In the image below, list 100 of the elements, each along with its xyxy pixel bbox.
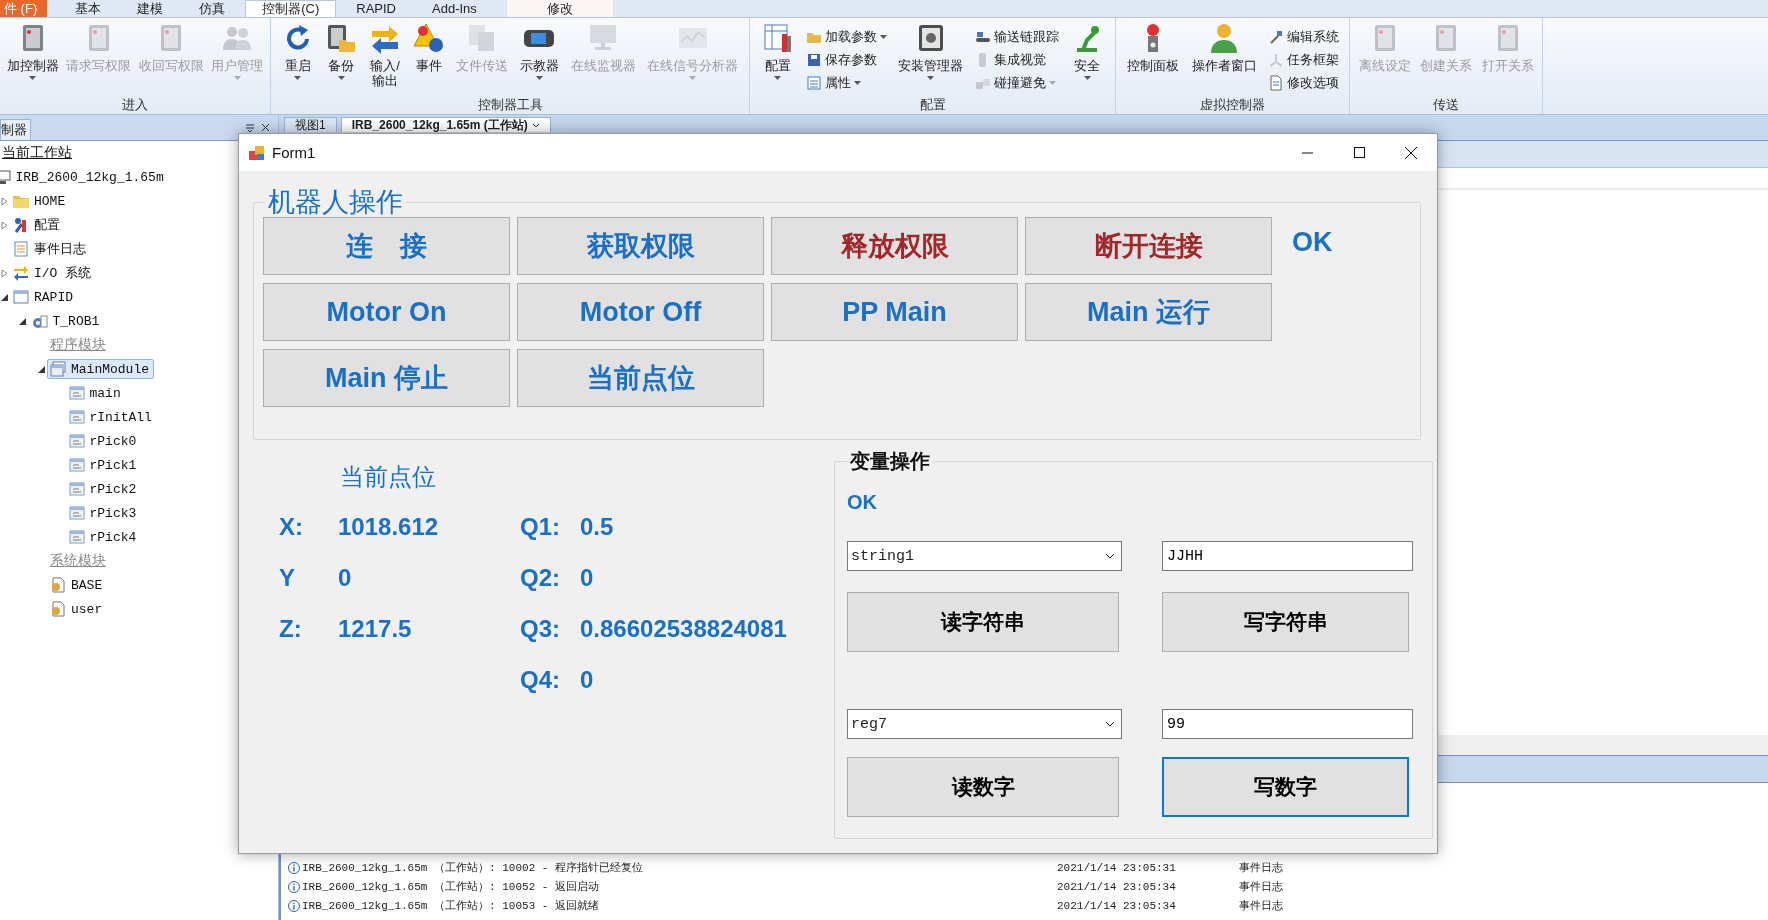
tree-item[interactable]: IRB_2600_12kg_1.65m xyxy=(0,167,169,187)
tree-item[interactable]: rPick2 xyxy=(65,479,142,499)
quaternion-value: 0.86602538824081 xyxy=(580,614,787,643)
variable-button[interactable]: 写数字 xyxy=(1162,757,1409,817)
ribbon-button[interactable]: 安全 xyxy=(1070,22,1105,80)
tree-item[interactable]: BASE xyxy=(47,575,108,595)
tree-item[interactable]: I/O 系统 xyxy=(10,262,97,284)
tree-item[interactable]: RAPID xyxy=(10,287,78,307)
quaternion-value: 0 xyxy=(580,563,594,592)
caret-icon[interactable] xyxy=(0,293,8,301)
document-tab[interactable]: 视图1 xyxy=(284,117,337,132)
group-title: 机器人操作 xyxy=(267,187,404,217)
group-label: 控制器工具 xyxy=(476,97,544,114)
robot-command-button[interactable]: 获取权限 xyxy=(517,217,764,275)
caret-icon[interactable] xyxy=(37,365,45,373)
group-label: 传送 xyxy=(1432,97,1460,114)
folder-icon xyxy=(13,193,29,209)
tree-item[interactable]: 当前工作站 xyxy=(0,142,77,164)
menu-tab[interactable]: 建模 xyxy=(121,0,180,17)
status-text: OK xyxy=(1292,227,1333,258)
variable-dropdown[interactable]: reg7 xyxy=(847,709,1122,739)
ribbon-button[interactable]: 加控制器 xyxy=(5,22,60,80)
chevron-icon xyxy=(1105,553,1115,559)
ribbon-button[interactable]: 备份 xyxy=(324,22,359,80)
tree-item[interactable]: rPick1 xyxy=(65,455,142,475)
panel-tab[interactable]: 制器 xyxy=(0,119,31,140)
variable-button[interactable]: 读字符串 xyxy=(847,592,1119,652)
robot-command-button[interactable]: 连 接 xyxy=(263,217,510,275)
ribbon-button[interactable]: 重启 xyxy=(280,22,315,80)
quaternion-value: 0.5 xyxy=(580,512,614,541)
ribbon-button[interactable]: 修改选项 xyxy=(1267,74,1339,92)
robot-command-button[interactable]: Main 停止 xyxy=(263,349,510,407)
log-time: 2021/1/14 23:05:34 xyxy=(1057,899,1177,912)
robot-command-button[interactable]: 释放权限 xyxy=(771,217,1018,275)
menu-tab[interactable]: 基本 xyxy=(59,0,118,17)
robot-command-button[interactable]: 当前点位 xyxy=(517,349,764,407)
quaternion-label: Q2: xyxy=(520,563,560,592)
ribbon-button[interactable]: 事件 xyxy=(411,22,446,73)
robot-command-button[interactable]: 断开连接 xyxy=(1025,217,1272,275)
variable-button[interactable]: 写字符串 xyxy=(1162,592,1409,652)
window-icon xyxy=(68,457,85,473)
table-icon xyxy=(761,22,794,54)
robot-command-button[interactable]: Motor On xyxy=(263,283,510,341)
window-icon xyxy=(50,361,66,377)
ribbon-button[interactable]: 示教器 xyxy=(518,22,560,80)
menu-tab[interactable]: 修改 xyxy=(506,0,613,17)
robot-command-button[interactable]: Main 运行 xyxy=(1025,283,1272,341)
ribbon-button[interactable]: 操作者窗口 xyxy=(1190,22,1258,73)
axes-icon xyxy=(1267,52,1284,68)
quaternion-label: Q1: xyxy=(520,512,560,541)
variable-button[interactable]: 读数字 xyxy=(847,757,1119,817)
tree-item[interactable]: rPick4 xyxy=(65,527,142,547)
menu-icon xyxy=(245,122,255,133)
tree-item[interactable]: main xyxy=(65,383,126,403)
tree-item[interactable]: user xyxy=(47,599,108,619)
menu-tab[interactable]: Add-Ins xyxy=(416,0,493,17)
menu-tab[interactable]: RAPID xyxy=(340,0,412,17)
tree-item[interactable]: HOME xyxy=(10,191,71,211)
menu-tab[interactable]: 仿真 xyxy=(183,0,242,17)
tree-item[interactable]: rPick3 xyxy=(65,503,142,523)
tree-item[interactable]: MainModule xyxy=(47,359,154,379)
info-icon xyxy=(288,899,300,912)
caret-icon[interactable] xyxy=(19,317,26,325)
axis-label: Z: xyxy=(279,614,302,643)
document-icon xyxy=(50,601,66,617)
tree-item[interactable]: T_ROB1 xyxy=(28,311,105,331)
axis-label: Y xyxy=(279,563,295,592)
arrows-icon xyxy=(13,265,29,281)
list-icon xyxy=(13,241,29,257)
window-icon xyxy=(68,409,85,425)
info-icon xyxy=(288,880,300,893)
ribbon-button[interactable]: 输送链跟踪 xyxy=(975,28,1060,46)
tree-item[interactable]: 事件日志 xyxy=(10,238,91,260)
tree-item[interactable]: 系统模块 xyxy=(47,550,111,572)
ribbon-button[interactable]: 编辑系统 xyxy=(1267,28,1339,46)
ribbon-button[interactable]: 属性 xyxy=(805,74,887,92)
ribbon-button[interactable]: 安装管理器 xyxy=(897,22,965,80)
ribbon-button[interactable]: 控制面板 xyxy=(1126,22,1181,73)
robot-command-button[interactable]: Motor Off xyxy=(517,283,764,341)
menu-tab[interactable]: 控制器(C) xyxy=(245,0,337,17)
ribbon-button[interactable]: 输入/ 输出 xyxy=(367,22,402,88)
value-field[interactable]: 99 xyxy=(1162,709,1413,739)
value-field[interactable]: JJHH xyxy=(1162,541,1413,571)
tree-item[interactable]: 程序模块 xyxy=(47,334,111,356)
ribbon-button[interactable]: 配置 xyxy=(760,22,795,80)
window-icon xyxy=(68,529,85,545)
ribbon-button[interactable]: 加载参数 xyxy=(805,28,887,46)
variable-dropdown[interactable]: string1 xyxy=(847,541,1122,571)
cabinet-folder-icon xyxy=(325,22,358,54)
tree-item[interactable]: rInitAll xyxy=(65,407,157,427)
tree-item[interactable]: rPick0 xyxy=(65,431,142,451)
ribbon-button[interactable]: 保存参数 xyxy=(805,51,887,69)
quaternion-label: Q3: xyxy=(520,614,560,643)
robot-command-button[interactable]: PP Main xyxy=(771,283,1018,341)
log-category: 事件日志 xyxy=(1239,880,1284,894)
tree-item[interactable]: 配置 xyxy=(10,214,65,236)
quaternion-value: 0 xyxy=(580,665,594,694)
group-label: 配置 xyxy=(918,97,947,114)
window-icon xyxy=(68,481,85,497)
document-tab[interactable]: IRB_2600_12kg_1.65m (工作站) xyxy=(340,117,551,132)
